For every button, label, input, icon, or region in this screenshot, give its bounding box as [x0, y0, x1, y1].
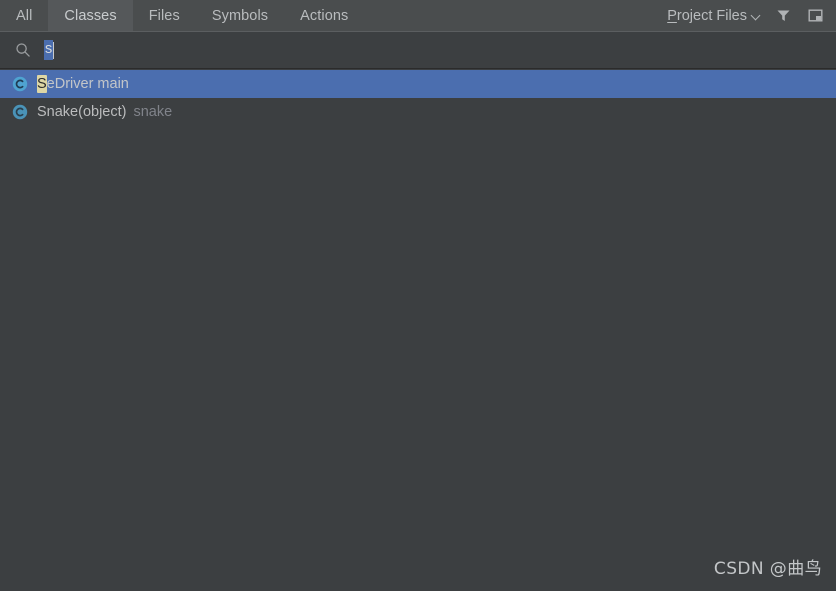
class-icon: [11, 104, 28, 121]
filter-funnel-icon[interactable]: [773, 6, 793, 26]
result-row-label: Snake(object): [37, 104, 126, 121]
tab-actions[interactable]: Actions: [284, 0, 364, 31]
scope-mnemonic-letter: P: [667, 7, 677, 24]
tab-all-label: All: [16, 7, 33, 24]
result-name-rest: nake(object): [46, 103, 127, 120]
scope-label-rest: roject Files: [676, 7, 747, 24]
result-name-rest: eDriver main: [46, 75, 129, 92]
search-row[interactable]: s: [0, 32, 836, 69]
tab-symbols-label: Symbols: [211, 7, 269, 24]
results-list: SeDriver main Snake(object) snake: [0, 69, 836, 591]
scope-selector-label: Project Files: [667, 8, 747, 24]
tab-classes[interactable]: Classes: [48, 0, 133, 31]
watermark-text: CSDN @曲鸟: [713, 559, 822, 579]
search-input[interactable]: s: [44, 39, 836, 61]
search-everywhere-popup: All Classes Files Symbols Actions Projec…: [0, 0, 836, 591]
tab-classes-label: Classes: [64, 7, 117, 24]
result-name-match: S: [37, 103, 47, 120]
tab-files-label: Files: [148, 7, 180, 24]
search-input-value: s: [44, 40, 54, 60]
match-highlight: S: [37, 74, 47, 93]
tab-files[interactable]: Files: [133, 0, 196, 31]
header-bar: All Classes Files Symbols Actions Projec…: [0, 0, 836, 32]
tab-actions-label: Actions: [300, 7, 349, 24]
scope-selector-button[interactable]: Project Files: [667, 8, 761, 24]
result-row-label: SeDriver main: [37, 74, 129, 93]
result-row-sublabel: snake: [133, 103, 173, 120]
result-row-sedriver[interactable]: SeDriver main: [0, 70, 836, 98]
tab-symbols[interactable]: Symbols: [196, 0, 284, 31]
chevron-down-icon: [752, 12, 761, 21]
header-actions: Project Files: [667, 0, 836, 31]
result-row-snake[interactable]: Snake(object) snake: [0, 98, 836, 126]
header-spacer: [364, 0, 667, 31]
class-icon: [11, 76, 28, 93]
text-caret: [53, 41, 55, 59]
tab-all[interactable]: All: [0, 0, 48, 31]
search-icon: [13, 40, 33, 60]
tab-list: All Classes Files Symbols Actions: [0, 0, 364, 31]
preview-panel-icon[interactable]: [805, 6, 825, 26]
